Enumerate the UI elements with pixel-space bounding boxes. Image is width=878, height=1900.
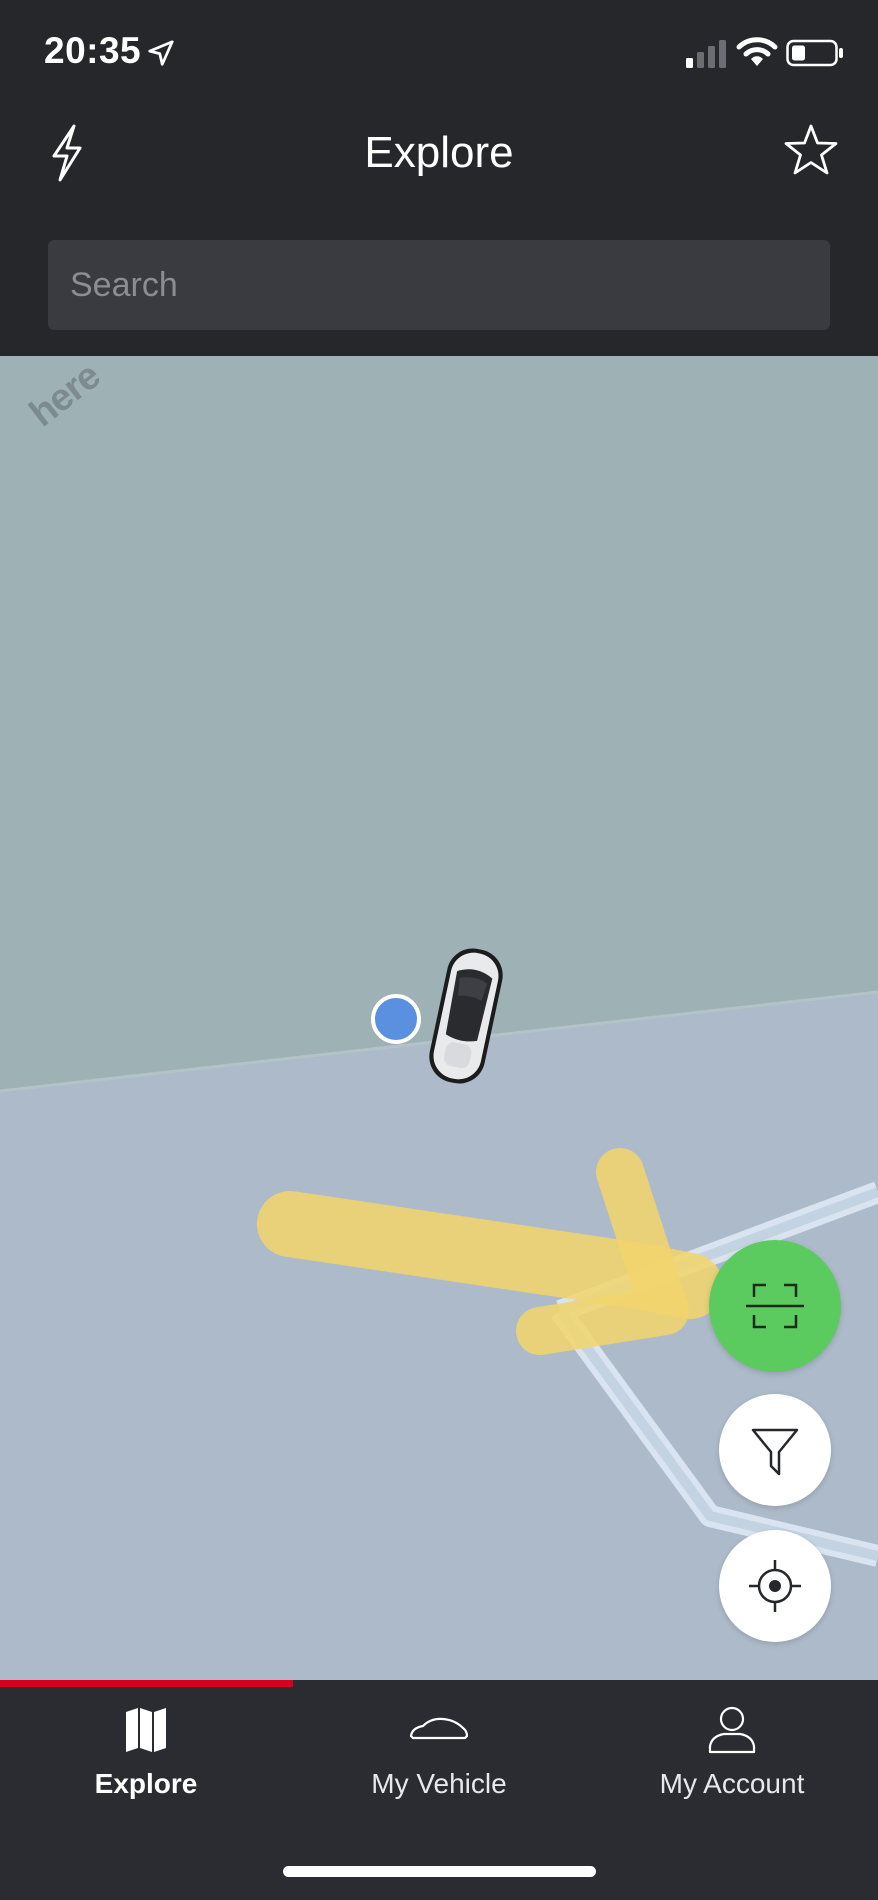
cellular-signal-icon — [686, 40, 726, 68]
status-bar: 20:35 — [0, 0, 878, 100]
tab-my-vehicle[interactable]: My Vehicle — [293, 1680, 585, 1820]
user-location-dot — [371, 994, 421, 1044]
home-indicator[interactable] — [283, 1866, 596, 1877]
filter-funnel-icon — [751, 1428, 799, 1476]
tab-my-account[interactable]: My Account — [586, 1680, 878, 1820]
location-arrow-icon — [148, 40, 174, 66]
tab-label: My Vehicle — [371, 1768, 507, 1799]
crosshair-icon — [749, 1560, 801, 1612]
page-title: Explore — [364, 128, 514, 177]
vehicle-marker[interactable] — [420, 940, 512, 1092]
star-icon[interactable] — [782, 122, 840, 180]
scan-frame-icon — [746, 1283, 804, 1329]
person-icon — [708, 1706, 756, 1754]
tab-label: Explore — [94, 1768, 198, 1799]
wifi-icon — [736, 37, 778, 66]
tab-label: My Account — [659, 1768, 805, 1799]
locate-button[interactable] — [719, 1530, 831, 1642]
map-icon — [126, 1708, 166, 1752]
map-view[interactable]: here — [0, 356, 878, 1680]
battery-icon — [786, 39, 843, 67]
search-field[interactable] — [48, 240, 830, 330]
filter-button[interactable] — [719, 1394, 831, 1506]
tab-explore[interactable]: Explore — [0, 1680, 292, 1820]
app-header: Explore — [0, 100, 878, 356]
status-time: 20:35 — [44, 30, 142, 71]
car-icon — [409, 1717, 469, 1740]
search-input[interactable] — [48, 240, 830, 330]
scan-button[interactable] — [709, 1240, 841, 1372]
